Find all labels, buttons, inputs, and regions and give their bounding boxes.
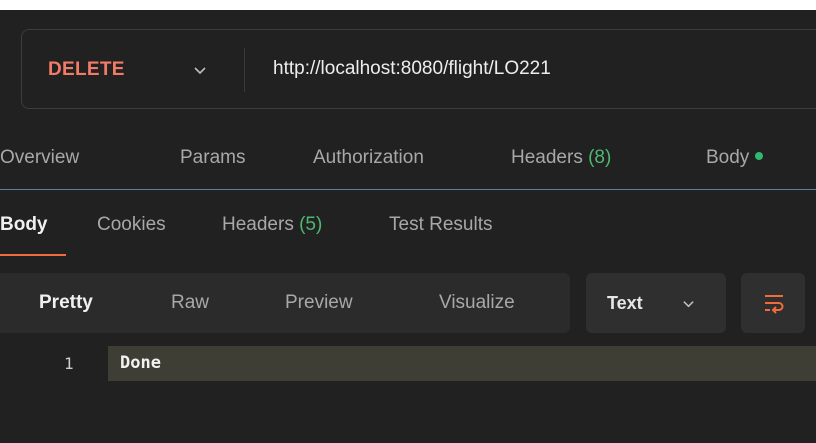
active-tab-underline — [0, 254, 66, 256]
format-select[interactable]: Text — [586, 273, 726, 333]
tab-headers[interactable]: Headers (8) — [511, 147, 611, 169]
dot-icon — [755, 152, 764, 160]
view-visualize[interactable]: Visualize — [439, 292, 515, 314]
view-pretty[interactable]: Pretty — [39, 292, 93, 314]
response-body-text[interactable]: Done — [120, 353, 161, 373]
request-bar: DELETE http://localhost:8080/flight/LO22… — [21, 29, 816, 109]
response-tab-headers-label: Headers — [222, 214, 294, 235]
method-selector[interactable]: DELETE — [48, 59, 125, 81]
tab-body[interactable]: Body — [706, 147, 764, 169]
view-preview[interactable]: Preview — [285, 292, 353, 314]
tab-authorization[interactable]: Authorization — [313, 147, 424, 169]
wrap-lines-icon — [765, 295, 784, 314]
url-divider — [244, 48, 245, 92]
tab-headers-label: Headers — [511, 147, 583, 168]
line-number: 1 — [64, 354, 74, 373]
chevron-down-icon — [683, 301, 694, 308]
url-input[interactable]: http://localhost:8080/flight/LO221 — [273, 58, 551, 80]
postman-response-view: DELETE http://localhost:8080/flight/LO22… — [0, 0, 816, 443]
response-tab-body[interactable]: Body — [0, 214, 48, 236]
request-tabs-divider — [0, 189, 816, 190]
response-tab-test-results[interactable]: Test Results — [389, 214, 492, 236]
format-selected: Text — [607, 293, 643, 313]
response-headers-count: (5) — [299, 214, 323, 235]
top-edge — [0, 0, 816, 10]
wrap-lines-button[interactable] — [741, 273, 805, 333]
view-raw[interactable]: Raw — [171, 292, 209, 314]
response-tab-cookies[interactable]: Cookies — [97, 214, 166, 236]
headers-count: (8) — [588, 147, 612, 168]
active-line-highlight — [108, 346, 816, 381]
tab-params[interactable]: Params — [180, 147, 245, 169]
response-tab-headers[interactable]: Headers (5) — [222, 214, 322, 236]
tab-body-label: Body — [706, 147, 750, 168]
chevron-down-icon[interactable] — [193, 63, 207, 77]
tab-overview[interactable]: Overview — [0, 147, 79, 169]
